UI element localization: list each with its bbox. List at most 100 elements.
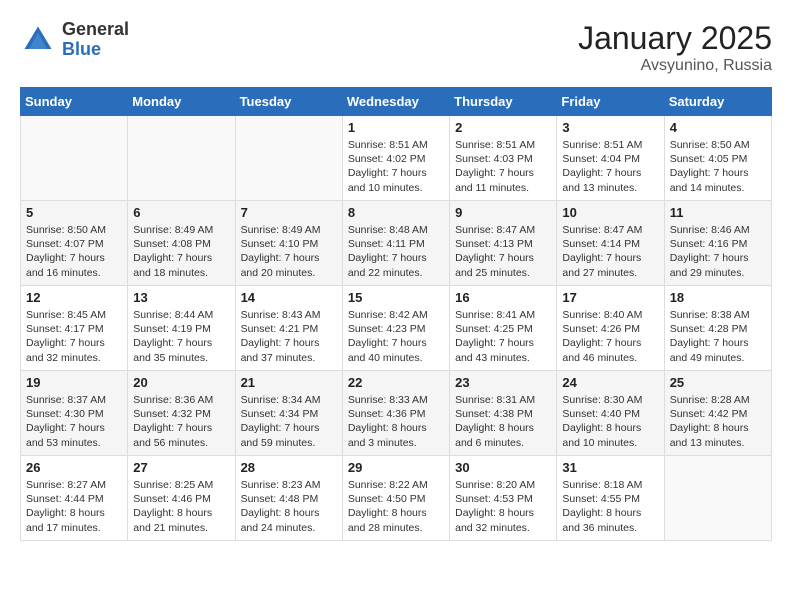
day-number: 24: [562, 375, 658, 390]
day-info: Sunrise: 8:28 AMSunset: 4:42 PMDaylight:…: [670, 393, 766, 450]
calendar-cell: 9 Sunrise: 8:47 AMSunset: 4:13 PMDaylight…: [450, 201, 557, 286]
title-block: January 2025 Avsyunino, Russia: [578, 20, 772, 75]
weekday-header-tuesday: Tuesday: [235, 88, 342, 116]
day-number: 16: [455, 290, 551, 305]
calendar-cell: 2 Sunrise: 8:51 AMSunset: 4:03 PMDaylight…: [450, 116, 557, 201]
weekday-header-wednesday: Wednesday: [342, 88, 449, 116]
calendar-cell: 1Sunrise: 8:51 AMSunset: 4:02 PMDaylight…: [342, 116, 449, 201]
calendar-cell: 11 Sunrise: 8:46 AMSunset: 4:16 PMDayligh…: [664, 201, 771, 286]
day-number: 14: [241, 290, 337, 305]
day-number: 17: [562, 290, 658, 305]
day-info: Sunrise: 8:50 AMSunset: 4:05 PMDaylight:…: [670, 138, 766, 195]
day-info: Sunrise: 8:41 AMSunset: 4:25 PMDaylight:…: [455, 308, 551, 365]
calendar-cell: 8 Sunrise: 8:48 AMSunset: 4:11 PMDaylight…: [342, 201, 449, 286]
day-info: Sunrise: 8:30 AMSunset: 4:40 PMDaylight:…: [562, 393, 658, 450]
calendar-cell: 12 Sunrise: 8:45 AMSunset: 4:17 PMDayligh…: [21, 286, 128, 371]
day-number: 27: [133, 460, 229, 475]
weekday-header-thursday: Thursday: [450, 88, 557, 116]
day-number: 15: [348, 290, 444, 305]
calendar-week-4: 19 Sunrise: 8:37 AMSunset: 4:30 PMDayligh…: [21, 371, 772, 456]
day-info: Sunrise: 8:27 AMSunset: 4:44 PMDaylight:…: [26, 478, 122, 535]
day-info: Sunrise: 8:33 AMSunset: 4:36 PMDaylight:…: [348, 393, 444, 450]
day-number: 26: [26, 460, 122, 475]
calendar-week-3: 12 Sunrise: 8:45 AMSunset: 4:17 PMDayligh…: [21, 286, 772, 371]
weekday-header-monday: Monday: [128, 88, 235, 116]
day-info: Sunrise: 8:38 AMSunset: 4:28 PMDaylight:…: [670, 308, 766, 365]
day-number: 29: [348, 460, 444, 475]
day-number: 30: [455, 460, 551, 475]
day-number: 9: [455, 205, 551, 220]
calendar-cell: 7 Sunrise: 8:49 AMSunset: 4:10 PMDaylight…: [235, 201, 342, 286]
day-number: 13: [133, 290, 229, 305]
calendar-cell: 4 Sunrise: 8:50 AMSunset: 4:05 PMDaylight…: [664, 116, 771, 201]
logo-general: General: [62, 19, 129, 39]
day-number: 25: [670, 375, 766, 390]
calendar-cell: [128, 116, 235, 201]
calendar-cell: [21, 116, 128, 201]
calendar-cell: 5 Sunrise: 8:50 AMSunset: 4:07 PMDaylight…: [21, 201, 128, 286]
day-info: Sunrise: 8:49 AMSunset: 4:10 PMDaylight:…: [241, 223, 337, 280]
day-info: Sunrise: 8:51 AMSunset: 4:04 PMDaylight:…: [562, 138, 658, 195]
title-month: January 2025: [578, 20, 772, 57]
day-info: Sunrise: 8:36 AMSunset: 4:32 PMDaylight:…: [133, 393, 229, 450]
day-info: Sunrise: 8:50 AMSunset: 4:07 PMDaylight:…: [26, 223, 122, 280]
day-number: 22: [348, 375, 444, 390]
calendar-cell: 3 Sunrise: 8:51 AMSunset: 4:04 PMDaylight…: [557, 116, 664, 201]
day-number: 3: [562, 120, 658, 135]
day-number: 7: [241, 205, 337, 220]
calendar-cell: [664, 456, 771, 541]
logo-text: General Blue: [62, 20, 129, 60]
day-number: 11: [670, 205, 766, 220]
day-number: 8: [348, 205, 444, 220]
weekday-header-sunday: Sunday: [21, 88, 128, 116]
day-number: 12: [26, 290, 122, 305]
day-number: 2: [455, 120, 551, 135]
page: General Blue January 2025 Avsyunino, Rus…: [0, 0, 792, 551]
day-info: Sunrise: 8:48 AMSunset: 4:11 PMDaylight:…: [348, 223, 444, 280]
day-info: Sunrise: 8:46 AMSunset: 4:16 PMDaylight:…: [670, 223, 766, 280]
day-info: Sunrise: 8:37 AMSunset: 4:30 PMDaylight:…: [26, 393, 122, 450]
day-number: 4: [670, 120, 766, 135]
calendar-cell: 19 Sunrise: 8:37 AMSunset: 4:30 PMDayligh…: [21, 371, 128, 456]
title-location: Avsyunino, Russia: [578, 57, 772, 75]
calendar-cell: 6Sunrise: 8:49 AMSunset: 4:08 PMDaylight…: [128, 201, 235, 286]
calendar-cell: 21 Sunrise: 8:34 AMSunset: 4:34 PMDayligh…: [235, 371, 342, 456]
calendar-cell: [235, 116, 342, 201]
day-number: 21: [241, 375, 337, 390]
logo: General Blue: [20, 20, 129, 60]
day-info: Sunrise: 8:51 AMSunset: 4:02 PMDaylight:…: [348, 138, 444, 195]
day-number: 5: [26, 205, 122, 220]
calendar-week-5: 26 Sunrise: 8:27 AMSunset: 4:44 PMDayligh…: [21, 456, 772, 541]
calendar-cell: 10 Sunrise: 8:47 AMSunset: 4:14 PMDayligh…: [557, 201, 664, 286]
day-number: 28: [241, 460, 337, 475]
day-info: Sunrise: 8:45 AMSunset: 4:17 PMDaylight:…: [26, 308, 122, 365]
day-info: Sunrise: 8:18 AMSunset: 4:55 PMDaylight:…: [562, 478, 658, 535]
calendar-cell: 13Sunrise: 8:44 AMSunset: 4:19 PMDayligh…: [128, 286, 235, 371]
day-number: 23: [455, 375, 551, 390]
day-info: Sunrise: 8:22 AMSunset: 4:50 PMDaylight:…: [348, 478, 444, 535]
header: General Blue January 2025 Avsyunino, Rus…: [20, 20, 772, 75]
day-number: 19: [26, 375, 122, 390]
calendar-cell: 14 Sunrise: 8:43 AMSunset: 4:21 PMDayligh…: [235, 286, 342, 371]
calendar-cell: 20Sunrise: 8:36 AMSunset: 4:32 PMDayligh…: [128, 371, 235, 456]
logo-blue: Blue: [62, 39, 101, 59]
calendar-cell: 27 Sunrise: 8:25 AMSunset: 4:46 PMDayligh…: [128, 456, 235, 541]
day-info: Sunrise: 8:34 AMSunset: 4:34 PMDaylight:…: [241, 393, 337, 450]
calendar-cell: 25 Sunrise: 8:28 AMSunset: 4:42 PMDayligh…: [664, 371, 771, 456]
day-info: Sunrise: 8:43 AMSunset: 4:21 PMDaylight:…: [241, 308, 337, 365]
calendar-cell: 16 Sunrise: 8:41 AMSunset: 4:25 PMDayligh…: [450, 286, 557, 371]
day-info: Sunrise: 8:49 AMSunset: 4:08 PMDaylight:…: [133, 223, 229, 280]
day-info: Sunrise: 8:47 AMSunset: 4:14 PMDaylight:…: [562, 223, 658, 280]
calendar-cell: 30Sunrise: 8:20 AMSunset: 4:53 PMDayligh…: [450, 456, 557, 541]
day-info: Sunrise: 8:25 AMSunset: 4:46 PMDaylight:…: [133, 478, 229, 535]
calendar-cell: 23Sunrise: 8:31 AMSunset: 4:38 PMDayligh…: [450, 371, 557, 456]
day-info: Sunrise: 8:47 AMSunset: 4:13 PMDaylight:…: [455, 223, 551, 280]
calendar-cell: 18Sunrise: 8:38 AMSunset: 4:28 PMDayligh…: [664, 286, 771, 371]
calendar-cell: 26 Sunrise: 8:27 AMSunset: 4:44 PMDayligh…: [21, 456, 128, 541]
calendar-week-1: 1Sunrise: 8:51 AMSunset: 4:02 PMDaylight…: [21, 116, 772, 201]
day-number: 10: [562, 205, 658, 220]
day-info: Sunrise: 8:51 AMSunset: 4:03 PMDaylight:…: [455, 138, 551, 195]
day-info: Sunrise: 8:23 AMSunset: 4:48 PMDaylight:…: [241, 478, 337, 535]
calendar-header-row: SundayMondayTuesdayWednesdayThursdayFrid…: [21, 88, 772, 116]
logo-icon: [20, 22, 56, 58]
